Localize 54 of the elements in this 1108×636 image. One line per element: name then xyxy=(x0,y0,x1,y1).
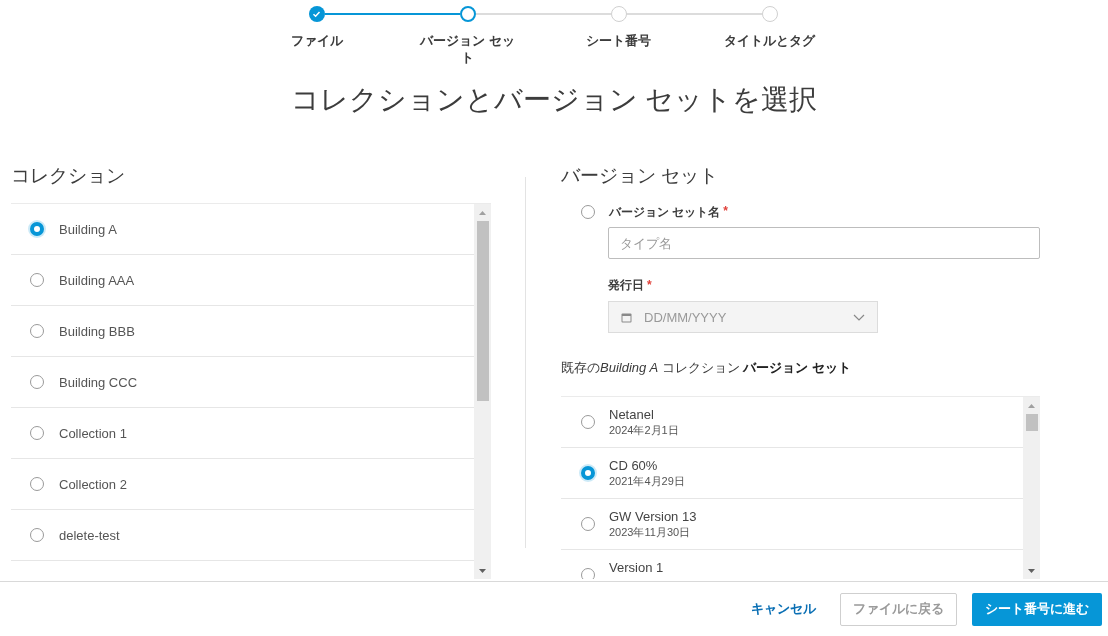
radio-button[interactable] xyxy=(30,375,44,389)
field-label: 発行日 xyxy=(608,278,644,292)
version-set-item[interactable]: Netanel 2024年2月1日 xyxy=(561,397,1023,448)
version-set-date: 2024年2月1日 xyxy=(609,423,679,438)
name-input[interactable]: タイプ名 xyxy=(608,227,1040,259)
field-label: バージョン セット名 xyxy=(609,204,721,219)
radio-button[interactable] xyxy=(581,466,595,480)
section-heading: バージョン セット xyxy=(561,164,720,188)
chevron-down-icon xyxy=(853,313,865,321)
step-label[interactable]: シート番号 xyxy=(570,32,667,49)
collection-item[interactable]: Collection 2 xyxy=(11,459,474,510)
scroll-down-icon[interactable] xyxy=(1027,567,1036,574)
version-set-name: Version 1 xyxy=(609,559,664,576)
version-set-date: 2023年11月30日 xyxy=(609,525,692,540)
collection-item[interactable]: Building CCC xyxy=(11,357,474,408)
scroll-up-icon[interactable] xyxy=(478,209,487,216)
radio-button[interactable] xyxy=(30,528,44,542)
section-heading: コレクション xyxy=(11,164,126,188)
scroll-up-icon[interactable] xyxy=(1027,402,1036,409)
version-set-name: CD 60% xyxy=(609,457,659,474)
required-mark: * xyxy=(723,203,728,218)
radio-button[interactable] xyxy=(30,222,44,236)
cancel-link[interactable]: キャンセル xyxy=(741,592,826,626)
radio-button[interactable] xyxy=(30,477,44,491)
scrollbar-thumb[interactable] xyxy=(476,221,489,401)
version-set-name: Netanel xyxy=(609,406,655,423)
step-label[interactable]: タイトルとタグ xyxy=(721,32,818,49)
radio-button[interactable] xyxy=(30,324,44,338)
check-icon xyxy=(312,10,321,18)
radio-button[interactable] xyxy=(30,426,44,440)
page-title: コレクションとバージョン セットを選択 xyxy=(289,83,819,117)
step-label[interactable]: ファイル xyxy=(268,32,365,49)
collection-item[interactable]: Building A xyxy=(11,204,474,255)
step-label[interactable]: バージョン セット xyxy=(419,32,516,66)
version-set-date: 2021年4月29日 xyxy=(609,474,685,489)
radio-button[interactable] xyxy=(30,273,44,287)
existing-caption: 既存のBuilding A コレクション バージョン セット xyxy=(561,359,852,377)
radio-button[interactable] xyxy=(581,415,595,429)
scrollbar-thumb[interactable] xyxy=(1025,414,1038,431)
radio-button[interactable] xyxy=(581,568,595,579)
collection-item[interactable]: Building AAA xyxy=(11,255,474,306)
version-set-name: GW Version 13 xyxy=(609,508,697,525)
version-set-item[interactable]: CD 60% 2021年4月29日 xyxy=(561,448,1023,499)
radio-button[interactable] xyxy=(581,205,595,219)
required-mark: * xyxy=(647,278,652,292)
calendar-icon xyxy=(621,311,632,323)
scrollbar[interactable] xyxy=(474,204,491,579)
collection-item[interactable]: delete-test xyxy=(11,510,474,561)
scroll-down-icon[interactable] xyxy=(478,567,487,574)
scrollbar[interactable] xyxy=(1023,397,1040,579)
version-set-item[interactable]: GW Version 13 2023年11月30日 xyxy=(561,499,1023,550)
collection-item[interactable]: Collection 1 xyxy=(11,408,474,459)
collection-item[interactable]: Building BBB xyxy=(11,306,474,357)
radio-button[interactable] xyxy=(581,517,595,531)
